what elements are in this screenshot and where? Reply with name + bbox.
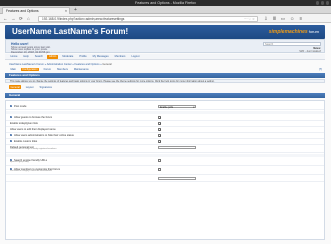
menu-moderate[interactable]: Moderate xyxy=(61,55,75,59)
features-info: This page allows you to change the setti… xyxy=(5,79,325,83)
menu-members[interactable]: Members xyxy=(113,55,127,59)
setting-description: Per board or category: cannot be forced/… xyxy=(10,170,52,173)
downloads-icon[interactable]: ⇩ xyxy=(264,16,268,22)
menu-profile[interactable]: Profile xyxy=(78,55,88,59)
logo-brand: simplemachines xyxy=(268,29,308,35)
setting-label: Post mode xyxy=(14,104,27,108)
features-heading: Features and Options xyxy=(5,73,325,78)
general-settings-panel: ? Post mode Enable polls ? Allow guests … xyxy=(5,100,325,240)
breadcrumb-features[interactable]: Features and Options xyxy=(75,63,100,66)
subtab-general[interactable]: General xyxy=(9,85,22,89)
personal-text-input[interactable] xyxy=(158,145,196,150)
back-icon[interactable]: ← xyxy=(3,16,8,22)
menu-my-messages[interactable]: My Messages xyxy=(91,55,110,59)
new-tab-button[interactable]: + xyxy=(74,7,77,14)
setting-label: Allow users to edit their displayed name xyxy=(10,127,56,131)
navigation-toolbar: ← → ⟳ ⌂ 192.168.0.9/index.php?action=adm… xyxy=(0,14,331,23)
setting-row: ? Search engine friendly URLs Apache/Lig… xyxy=(6,158,324,166)
hide-online-checkbox[interactable]: ✓ xyxy=(158,134,162,138)
maximize-button[interactable] xyxy=(320,1,324,5)
account-icon[interactable]: ☺ xyxy=(290,16,294,22)
menu-search[interactable]: Search xyxy=(33,55,44,59)
forward-icon[interactable]: → xyxy=(11,16,16,22)
tab-bar: Features and Options × + xyxy=(0,6,331,14)
admin-tab-members[interactable]: Members xyxy=(56,68,70,72)
setting-description: Personal text to assign to newly registe… xyxy=(10,148,57,151)
feature-subtabs: General Layout Signatures xyxy=(9,85,53,89)
menu-home[interactable]: Home xyxy=(9,55,19,59)
help-icon[interactable]: ? xyxy=(10,133,13,136)
setting-label: Allow guests to browse the forum xyxy=(14,115,53,119)
general-heading: General xyxy=(5,93,325,98)
news-text: SMF - Just Installed! xyxy=(299,50,321,53)
row-spacer xyxy=(6,111,324,114)
home-icon[interactable]: ⌂ xyxy=(27,16,30,22)
admin-tab-configuration[interactable]: Configuration xyxy=(20,67,40,72)
logo-suffix: forum xyxy=(307,29,319,34)
close-window-button[interactable] xyxy=(325,1,329,5)
url-text: 192.168.0.9/index.php?action=admin;area=… xyxy=(42,16,125,21)
window-title: Features and Options - Mozilla Firefox xyxy=(135,1,196,5)
breadcrumb-current: General xyxy=(102,63,112,66)
menu-admin[interactable]: Admin xyxy=(47,54,58,59)
post-mode-select[interactable]: Enable polls xyxy=(158,104,196,108)
tab-title: Features and Options xyxy=(6,9,39,13)
admin-menu: Main Configuration Forum Members Mainten… xyxy=(5,67,325,72)
smf-logo[interactable]: simplemachines forum xyxy=(269,28,319,36)
guest-browse-checkbox[interactable]: ✓ xyxy=(158,116,162,120)
subtab-layout[interactable]: Layout xyxy=(24,85,35,89)
url-bar[interactable]: 192.168.0.9/index.php?action=admin;area=… xyxy=(38,15,258,22)
library-icon[interactable]: Ⅲ xyxy=(273,16,276,22)
main-menu: Home Help Search Admin Moderate Profile … xyxy=(5,54,325,60)
browser-tab[interactable]: Features and Options × xyxy=(2,7,70,14)
menu-logout[interactable]: Logout xyxy=(130,55,141,59)
setting-text-input[interactable] xyxy=(158,176,196,181)
help-icon[interactable]: ? xyxy=(10,139,13,142)
todays-list-checkbox[interactable]: ✓ xyxy=(158,122,162,126)
setting-label: Enable todayl/given lists xyxy=(10,121,38,125)
page-actions-icon[interactable]: ··· ♡ ☆ xyxy=(244,17,255,21)
setting-label: Enable custom titles xyxy=(14,139,38,143)
setting-row: ? Post mode Enable polls xyxy=(6,104,324,110)
window-controls xyxy=(315,1,329,5)
sidebar-icon[interactable]: ▭ xyxy=(281,16,285,22)
admin-tab-maintenance[interactable]: Maintenance xyxy=(72,68,90,72)
breadcrumb-forum[interactable]: UserName LastName's Forum xyxy=(9,63,44,66)
setting-label: Allow users administrators to hide their… xyxy=(14,133,74,137)
search-input[interactable]: Search xyxy=(263,41,321,46)
subtab-signatures[interactable]: Signatures xyxy=(38,85,53,89)
setting-row: Default personal text Personal text to a… xyxy=(6,145,324,153)
forum-page: UserName LastName's Forum! simplemachine… xyxy=(0,23,331,244)
admin-tab-main[interactable]: Main xyxy=(9,68,18,72)
customize-forum-checkbox[interactable] xyxy=(158,168,162,172)
help-icon[interactable]: ? xyxy=(10,104,13,107)
forum-header: UserName LastName's Forum! simplemachine… xyxy=(5,25,325,39)
user-section: Hello user! Show unread posts since last… xyxy=(5,39,325,54)
reload-icon[interactable]: ⟳ xyxy=(19,16,23,22)
breadcrumb: UserName LastName's Forum » Administrati… xyxy=(9,63,112,66)
help-icon[interactable]: ? xyxy=(10,115,13,118)
admin-help-link[interactable]: (?) xyxy=(319,68,322,71)
breadcrumb-admin[interactable]: Administration Center xyxy=(47,63,72,66)
edit-display-name-checkbox[interactable]: ✓ xyxy=(158,128,162,132)
setting-description: Apache/Lighttpd only! xyxy=(10,161,30,164)
minimize-button[interactable] xyxy=(315,1,319,5)
menu-help[interactable]: Help xyxy=(22,55,30,59)
toolbar-icons: ⇩ Ⅲ ▭ ☺ ≡ xyxy=(264,16,302,22)
setting-row: ? Allow members to customize their forum… xyxy=(6,167,324,175)
admin-tab-forum[interactable]: Forum xyxy=(42,68,53,72)
setting-row xyxy=(6,176,324,182)
custom-titles-checkbox[interactable]: ✓ xyxy=(158,140,162,144)
sef-urls-checkbox[interactable] xyxy=(158,159,162,163)
row-spacer xyxy=(6,154,324,157)
forum-title[interactable]: UserName LastName's Forum! xyxy=(12,27,128,37)
menu-icon[interactable]: ≡ xyxy=(299,16,302,22)
